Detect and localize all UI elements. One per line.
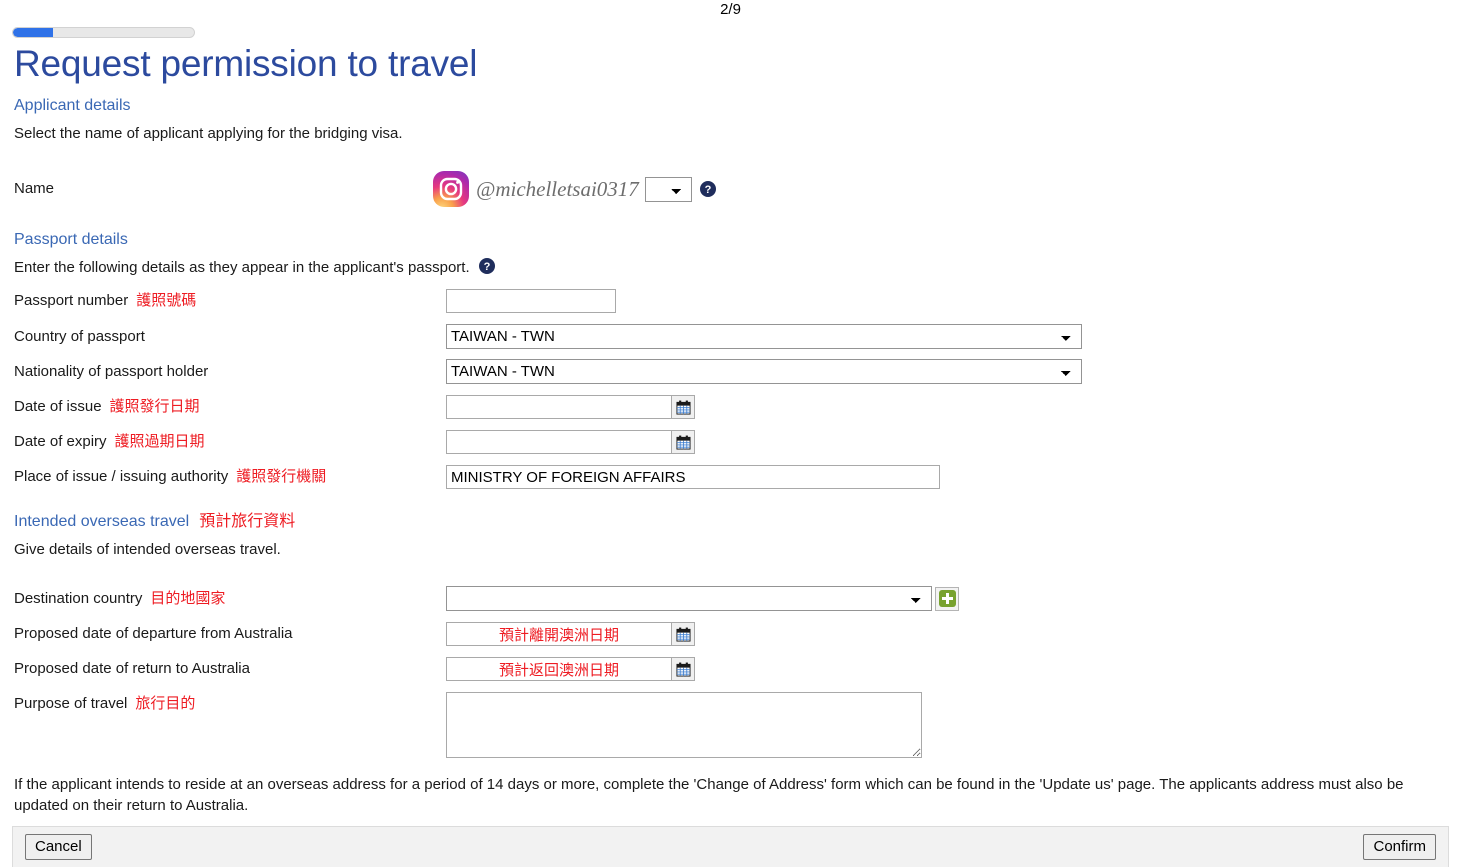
- instagram-icon: [432, 170, 470, 208]
- applicant-details-description: Select the name of applicant applying fo…: [14, 125, 403, 142]
- confirm-button[interactable]: Confirm: [1363, 834, 1436, 860]
- nationality-select[interactable]: TAIWAN - TWN: [446, 359, 1082, 384]
- date-of-issue-field-group: [446, 395, 695, 419]
- add-destination-button[interactable]: [935, 586, 959, 611]
- purpose-of-travel-label-text: Purpose of travel: [14, 695, 128, 712]
- intended-travel-heading-cn: 預計旅行資料: [199, 513, 296, 530]
- svg-text:?: ?: [704, 184, 711, 196]
- country-of-passport-field-group: TAIWAN - TWN: [446, 324, 1082, 349]
- departure-date-field-group: [446, 622, 695, 646]
- country-of-passport-select[interactable]: TAIWAN - TWN: [446, 324, 1082, 349]
- passport-details-description: Enter the following details as they appe…: [0, 258, 1461, 278]
- passport-number-field-group: [446, 289, 616, 313]
- intended-travel-heading: Intended overseas travel 預計旅行資料: [0, 512, 1461, 532]
- purpose-of-travel-field-group: [446, 692, 922, 758]
- form-action-bar: Cancel Confirm: [12, 826, 1449, 867]
- help-circle-icon[interactable]: ?: [478, 258, 495, 274]
- overseas-address-note: If the applicant intends to reside at an…: [14, 776, 1404, 814]
- departure-date-input[interactable]: [446, 622, 671, 646]
- svg-text:?: ?: [483, 261, 490, 273]
- progress-bar-fill: [13, 28, 53, 37]
- date-of-issue-label-cn: 護照發行日期: [109, 398, 200, 415]
- place-of-issue-input[interactable]: [446, 465, 940, 489]
- name-field-group: @michelletsai0317 ?: [432, 170, 716, 208]
- destination-country-row: Destination country 目的地國家: [0, 586, 1461, 611]
- calendar-icon-button[interactable]: [671, 395, 695, 419]
- passport-number-label-text: Passport number: [14, 292, 129, 309]
- passport-number-row: Passport number 護照號碼: [0, 289, 1461, 313]
- help-circle-icon[interactable]: ?: [699, 181, 716, 197]
- return-date-label: Proposed date of return to Australia: [14, 660, 250, 677]
- page-title: Request permission to travel: [14, 43, 478, 84]
- destination-country-select[interactable]: [446, 586, 932, 611]
- passport-number-label-cn: 護照號碼: [136, 292, 197, 309]
- intended-travel-heading-text: Intended overseas travel: [14, 513, 190, 530]
- date-of-expiry-label: Date of expiry 護照過期日期: [14, 432, 446, 452]
- place-of-issue-field-group: [446, 465, 940, 489]
- purpose-of-travel-label-cn: 旅行目的: [135, 695, 196, 712]
- cancel-button[interactable]: Cancel: [25, 834, 92, 860]
- applicant-name-select[interactable]: [644, 176, 692, 202]
- country-of-passport-row: Country of passport TAIWAN - TWN: [0, 324, 1461, 349]
- return-date-field-group: [446, 657, 695, 681]
- date-of-expiry-label-cn: 護照過期日期: [114, 433, 205, 450]
- return-date-row: Proposed date of return to Australia: [0, 657, 1461, 681]
- passport-number-label: Passport number 護照號碼: [14, 291, 446, 311]
- date-of-expiry-input[interactable]: [446, 430, 671, 454]
- destination-country-label: Destination country 目的地國家: [14, 589, 446, 609]
- date-of-issue-label-text: Date of issue: [14, 398, 102, 415]
- name-row: Name @michelletsai0317 ?: [0, 170, 1461, 208]
- departure-date-label: Proposed date of departure from Australi…: [14, 625, 293, 642]
- passport-number-input[interactable]: [446, 289, 616, 313]
- nationality-label: Nationality of passport holder: [14, 362, 209, 380]
- place-of-issue-label-text: Place of issue / issuing authority: [14, 468, 229, 485]
- applicant-details-heading: Applicant details: [14, 97, 131, 114]
- date-of-issue-label: Date of issue 護照發行日期: [14, 397, 446, 417]
- intended-travel-description: Give details of intended overseas travel…: [14, 541, 281, 558]
- calendar-icon-button[interactable]: [671, 657, 695, 681]
- passport-details-heading: Passport details: [14, 231, 128, 248]
- name-label: Name: [14, 180, 55, 197]
- progress-bar: [12, 27, 195, 38]
- destination-country-label-cn: 目的地國家: [150, 589, 226, 607]
- instagram-handle: @michelletsai0317: [476, 176, 639, 201]
- destination-country-field-group: [446, 586, 959, 611]
- date-of-expiry-field-group: [446, 430, 695, 454]
- date-of-issue-row: Date of issue 護照發行日期: [0, 395, 1461, 419]
- destination-country-label-text: Destination country: [14, 589, 143, 607]
- place-of-issue-row: Place of issue / issuing authority 護照發行機關: [0, 465, 1461, 489]
- return-date-input[interactable]: [446, 657, 671, 681]
- date-of-expiry-row: Date of expiry 護照過期日期: [0, 430, 1461, 454]
- passport-details-description-text: Enter the following details as they appe…: [14, 259, 470, 276]
- calendar-icon-button[interactable]: [671, 622, 695, 646]
- departure-date-row: Proposed date of departure from Australi…: [0, 622, 1461, 646]
- date-of-expiry-label-text: Date of expiry: [14, 433, 107, 450]
- calendar-icon-button[interactable]: [671, 430, 695, 454]
- place-of-issue-label: Place of issue / issuing authority 護照發行機關: [14, 467, 446, 487]
- purpose-of-travel-label: Purpose of travel 旅行目的: [14, 692, 446, 714]
- form-page: Request permission to travel Applicant d…: [0, 42, 1461, 816]
- nationality-field-group: TAIWAN - TWN: [446, 359, 1082, 384]
- place-of-issue-label-cn: 護照發行機關: [236, 468, 327, 485]
- plus-icon: [938, 590, 956, 607]
- country-of-passport-label: Country of passport: [14, 327, 145, 345]
- purpose-of-travel-textarea[interactable]: [446, 692, 922, 758]
- date-of-issue-input[interactable]: [446, 395, 671, 419]
- step-counter: 2/9: [720, 1, 741, 18]
- nationality-row: Nationality of passport holder TAIWAN - …: [0, 359, 1461, 384]
- purpose-of-travel-row: Purpose of travel 旅行目的: [0, 692, 1461, 758]
